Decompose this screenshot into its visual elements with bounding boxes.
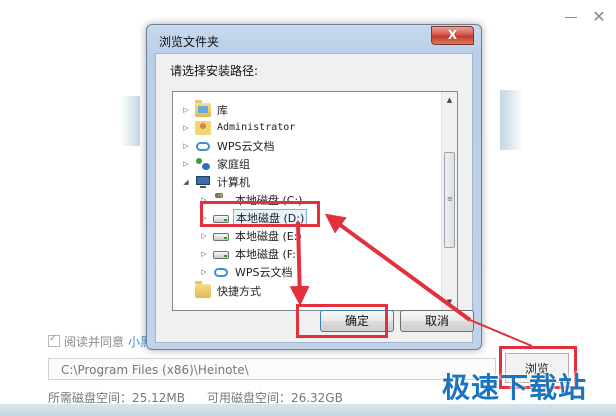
- tree-scrollbar[interactable]: ▲ ≡ ▼: [441, 92, 457, 310]
- tree-item-drive-e[interactable]: ▷ 本地磁盘 (E:): [199, 227, 304, 244]
- agreement-checkbox[interactable]: [48, 333, 60, 347]
- tree-item-label-selected: 本地磁盘 (D:): [233, 208, 308, 227]
- tree-item-drive-d[interactable]: ▷ 本地磁盘 (D:): [199, 208, 308, 227]
- tree-item-label: 计算机: [217, 175, 250, 189]
- scroll-grip-icon: ≡: [447, 195, 453, 203]
- tree-item-wps-cloud-2[interactable]: ▷ WPS云文档: [199, 263, 295, 280]
- agreement-text: 阅读并同意: [64, 334, 125, 349]
- tree-item-library[interactable]: ▷ 库: [181, 99, 230, 118]
- cancel-button[interactable]: 取消: [400, 310, 474, 332]
- collapse-icon[interactable]: ◢: [181, 178, 191, 186]
- drive-icon: [213, 247, 229, 261]
- tree-item-label: 本地磁盘 (E:): [235, 229, 302, 243]
- expand-icon[interactable]: ▷: [199, 268, 209, 276]
- drive-icon: [213, 211, 229, 225]
- expand-icon[interactable]: ▷: [199, 196, 209, 204]
- watermark-text: 极速下载站: [442, 371, 588, 404]
- expand-icon[interactable]: ▷: [181, 142, 191, 150]
- dialog-title: 浏览文件夹: [159, 35, 220, 49]
- cloud-icon: [213, 265, 229, 279]
- expand-icon[interactable]: ▷: [181, 124, 191, 132]
- homegroup-icon: [195, 157, 211, 171]
- expand-icon[interactable]: ▷: [199, 250, 209, 258]
- folder-tree-list: ▷ 库 ▷ Administrator ▷ WPS云文档 ▷ 家庭组 ◢ 计算机…: [173, 92, 441, 310]
- close-icon[interactable]: ✕: [590, 9, 608, 25]
- install-path-field[interactable]: C:\Program Files (x86)\Heinote\: [48, 358, 496, 380]
- tree-item-label: 家庭组: [217, 157, 250, 171]
- library-folder-icon: [195, 99, 211, 117]
- folder-icon: [195, 280, 211, 298]
- dialog-prompt: 请选择安装路径:: [170, 64, 259, 78]
- dialog-close-button[interactable]: X: [431, 26, 474, 45]
- tree-item-drive-c[interactable]: ▷ 本地磁盘 (C:): [199, 191, 304, 208]
- scroll-down-icon[interactable]: ▼: [442, 294, 457, 310]
- folder-tree[interactable]: ▷ 库 ▷ Administrator ▷ WPS云文档 ▷ 家庭组 ◢ 计算机…: [172, 91, 458, 311]
- tree-item-label: 快捷方式: [217, 284, 261, 298]
- tree-item-label: WPS云文档: [235, 265, 293, 279]
- tree-item-homegroup[interactable]: ▷ 家庭组: [181, 155, 252, 172]
- expand-icon[interactable]: ▷: [181, 160, 191, 168]
- tree-item-label: Administrator: [217, 122, 296, 133]
- browse-folder-dialog: 浏览文件夹 X 请选择安装路径: ▷ 库 ▷ Administrator ▷ W…: [146, 24, 482, 350]
- user-folder-icon: [195, 120, 211, 135]
- tree-item-label: 库: [217, 103, 228, 117]
- expand-icon[interactable]: ▷: [199, 232, 209, 240]
- tree-item-label: WPS云文档: [217, 139, 275, 153]
- minimize-icon[interactable]: [562, 10, 580, 24]
- background-graphic: [120, 96, 140, 146]
- scrollbar-thumb[interactable]: ≡: [444, 152, 455, 248]
- tree-item-label: 本地磁盘 (C:): [235, 193, 303, 207]
- tree-item-drive-f[interactable]: ▷ 本地磁盘 (F:): [199, 245, 302, 262]
- system-drive-icon: [213, 192, 229, 207]
- computer-icon: [195, 175, 211, 189]
- agreement-row: 阅读并同意 小黑: [48, 333, 152, 349]
- ok-button[interactable]: 确定: [320, 310, 394, 332]
- tree-item-wps-cloud[interactable]: ▷ WPS云文档: [181, 137, 277, 154]
- tree-item-computer[interactable]: ◢ 计算机: [181, 173, 252, 190]
- background-graphic: [500, 90, 524, 150]
- tree-item-label: 本地磁盘 (F:): [235, 247, 301, 261]
- tree-item-shortcut[interactable]: 快捷方式: [181, 280, 263, 299]
- expand-icon[interactable]: ▷: [181, 106, 191, 114]
- cloud-icon: [195, 139, 211, 153]
- dialog-body: 请选择安装路径: ▷ 库 ▷ Administrator ▷ WPS云文档 ▷ …: [155, 53, 474, 343]
- drive-icon: [213, 229, 229, 243]
- tree-item-administrator[interactable]: ▷ Administrator: [181, 119, 297, 136]
- scroll-up-icon[interactable]: ▲: [442, 92, 457, 108]
- expand-icon[interactable]: ▷: [199, 214, 209, 222]
